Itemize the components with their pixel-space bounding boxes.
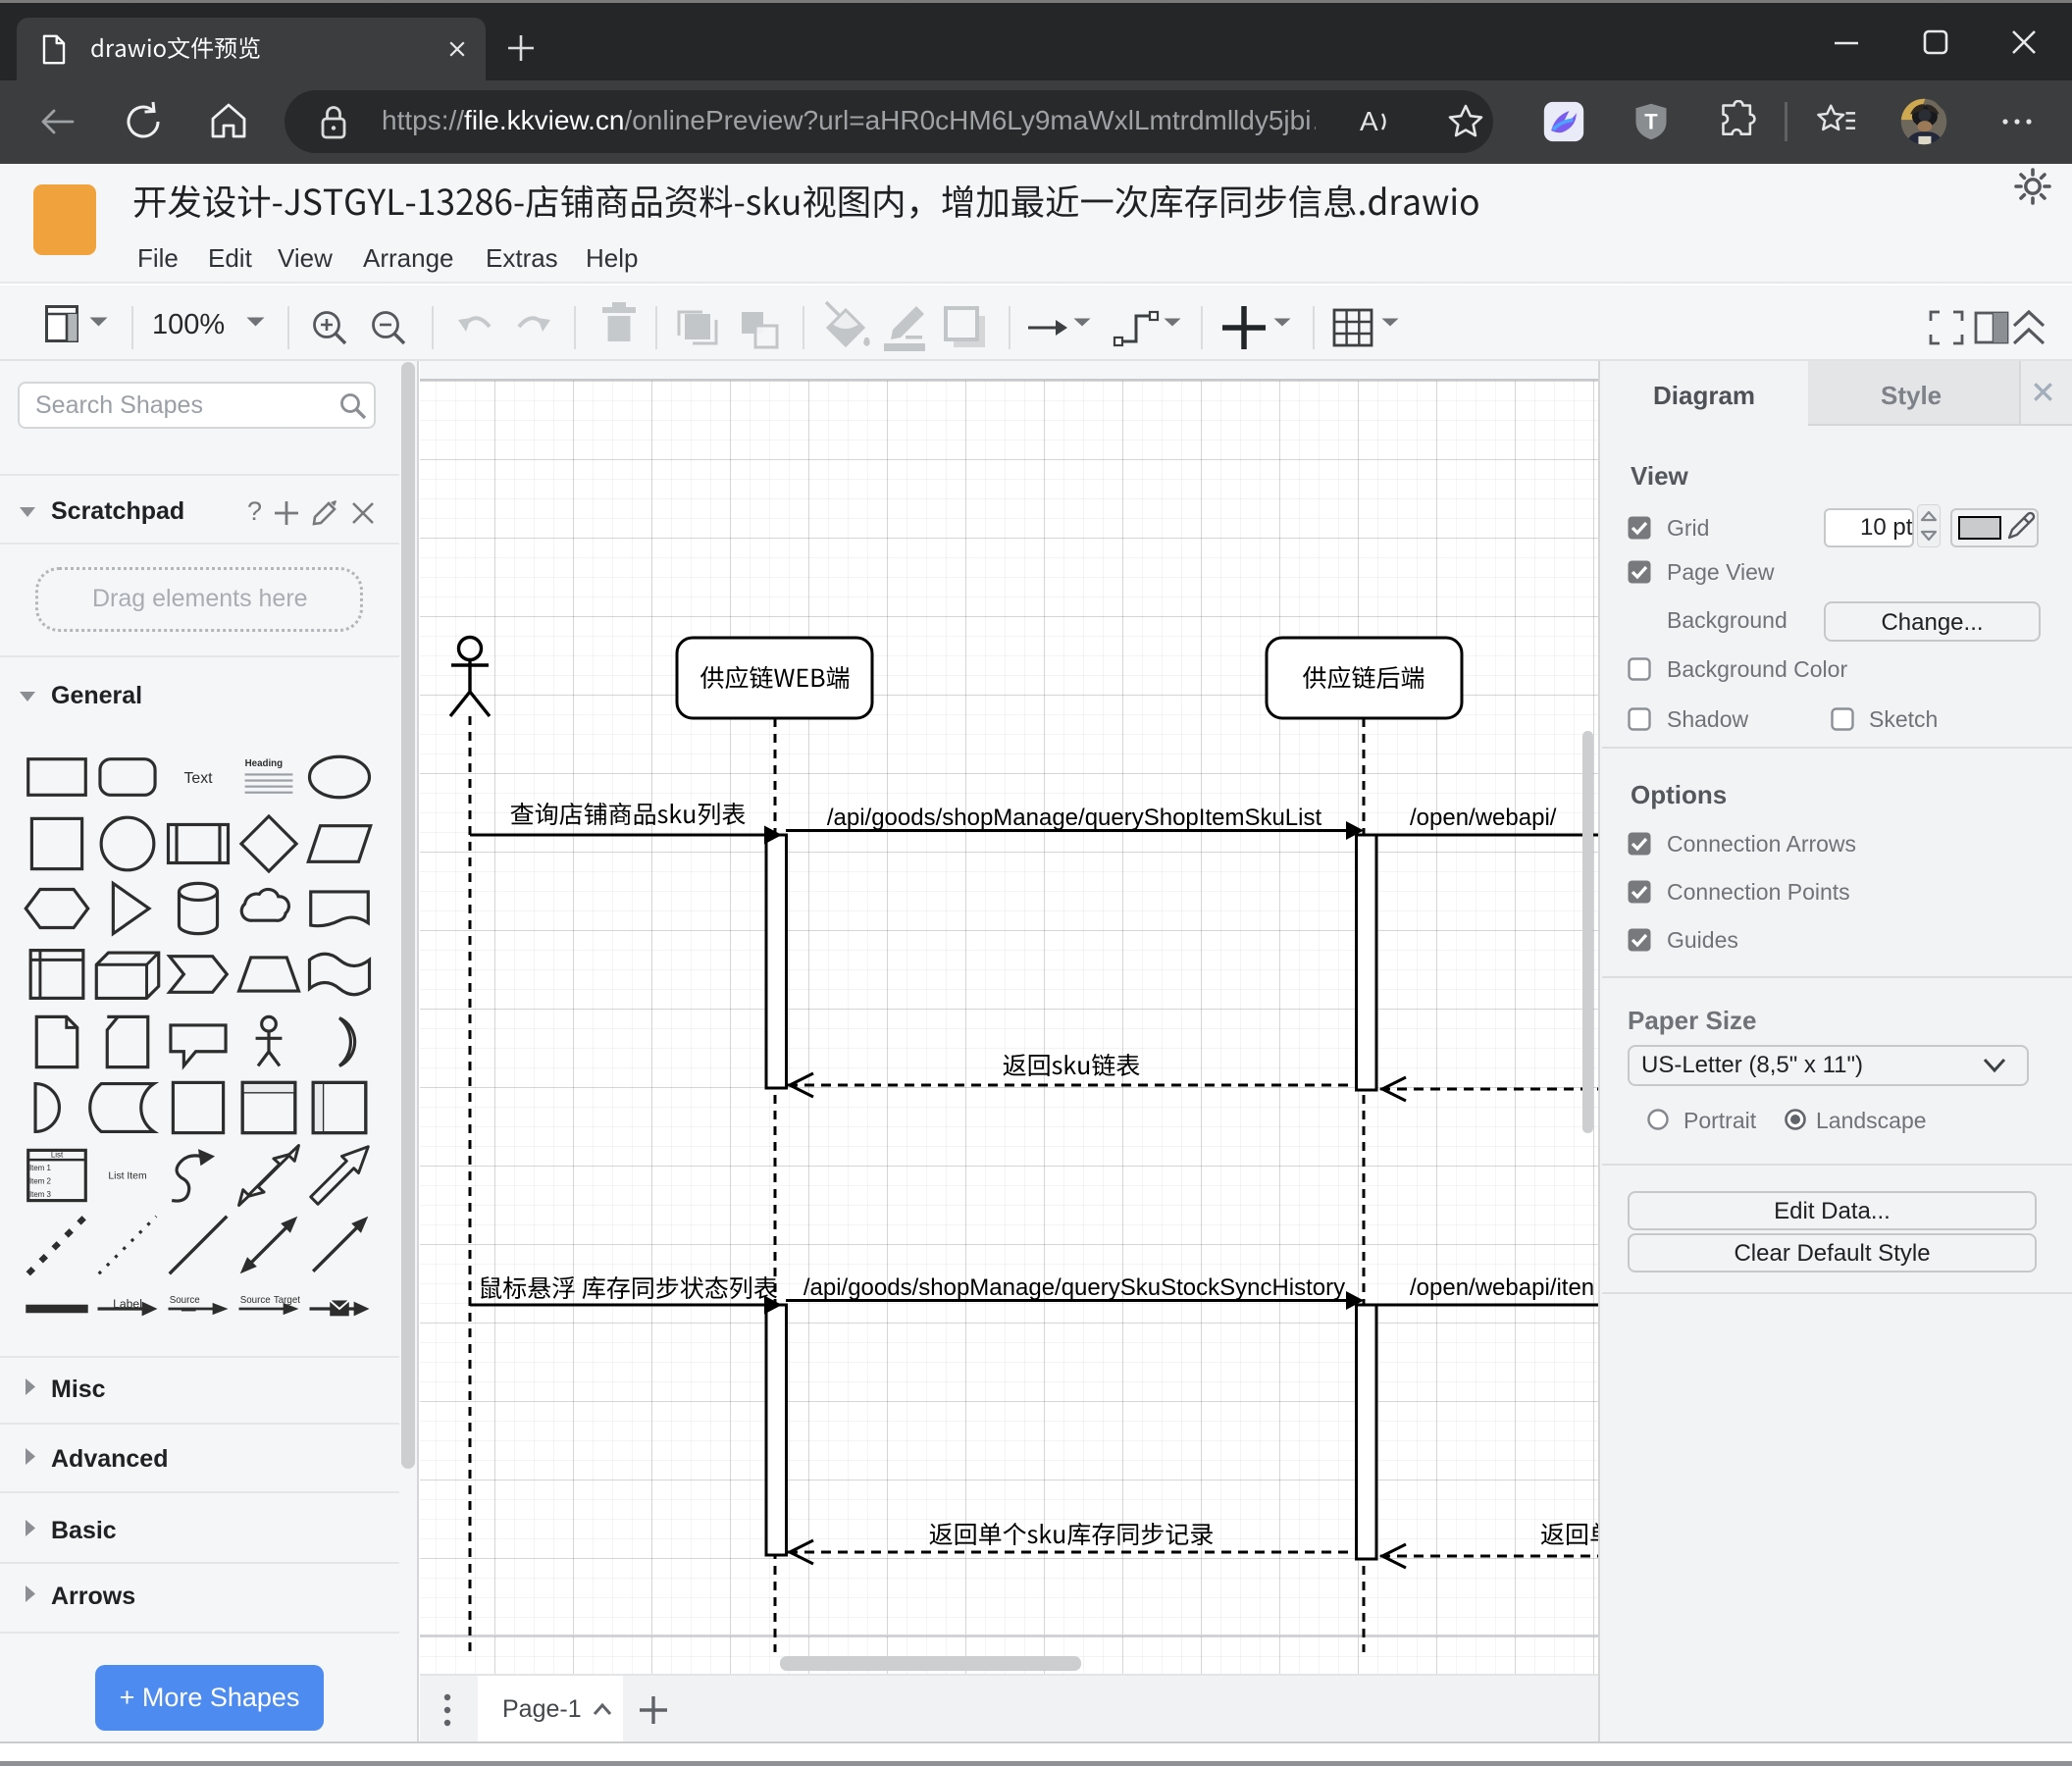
svg-text:Heading: Heading bbox=[245, 758, 284, 769]
svg-text:/api/goods/shopManage/querySku: /api/goods/shopManage/querySkuStockSyncH… bbox=[803, 1274, 1345, 1301]
svg-text:/open/webapi/: /open/webapi/ bbox=[1410, 805, 1557, 831]
svg-text:Item 3: Item 3 bbox=[29, 1190, 52, 1199]
svg-text:Label: Label bbox=[113, 1297, 142, 1311]
svg-text:Text: Text bbox=[183, 770, 213, 787]
svg-text:Target: Target bbox=[274, 1295, 300, 1306]
svg-text:List: List bbox=[51, 1151, 64, 1160]
svg-text:Source: Source bbox=[240, 1295, 271, 1306]
svg-text:A: A bbox=[1360, 106, 1378, 136]
svg-text:Item 2: Item 2 bbox=[29, 1177, 51, 1186]
svg-text:T: T bbox=[1644, 109, 1658, 133]
svg-text:Item 1: Item 1 bbox=[29, 1164, 52, 1172]
svg-text:Source: Source bbox=[170, 1295, 200, 1306]
svg-text:/api/goods/shopManage/querySho: /api/goods/shopManage/queryShopItemSkuLi… bbox=[827, 805, 1322, 831]
svg-text:List Item: List Item bbox=[108, 1171, 146, 1182]
svg-text:/open/webapi/iten: /open/webapi/iten bbox=[1410, 1274, 1594, 1301]
